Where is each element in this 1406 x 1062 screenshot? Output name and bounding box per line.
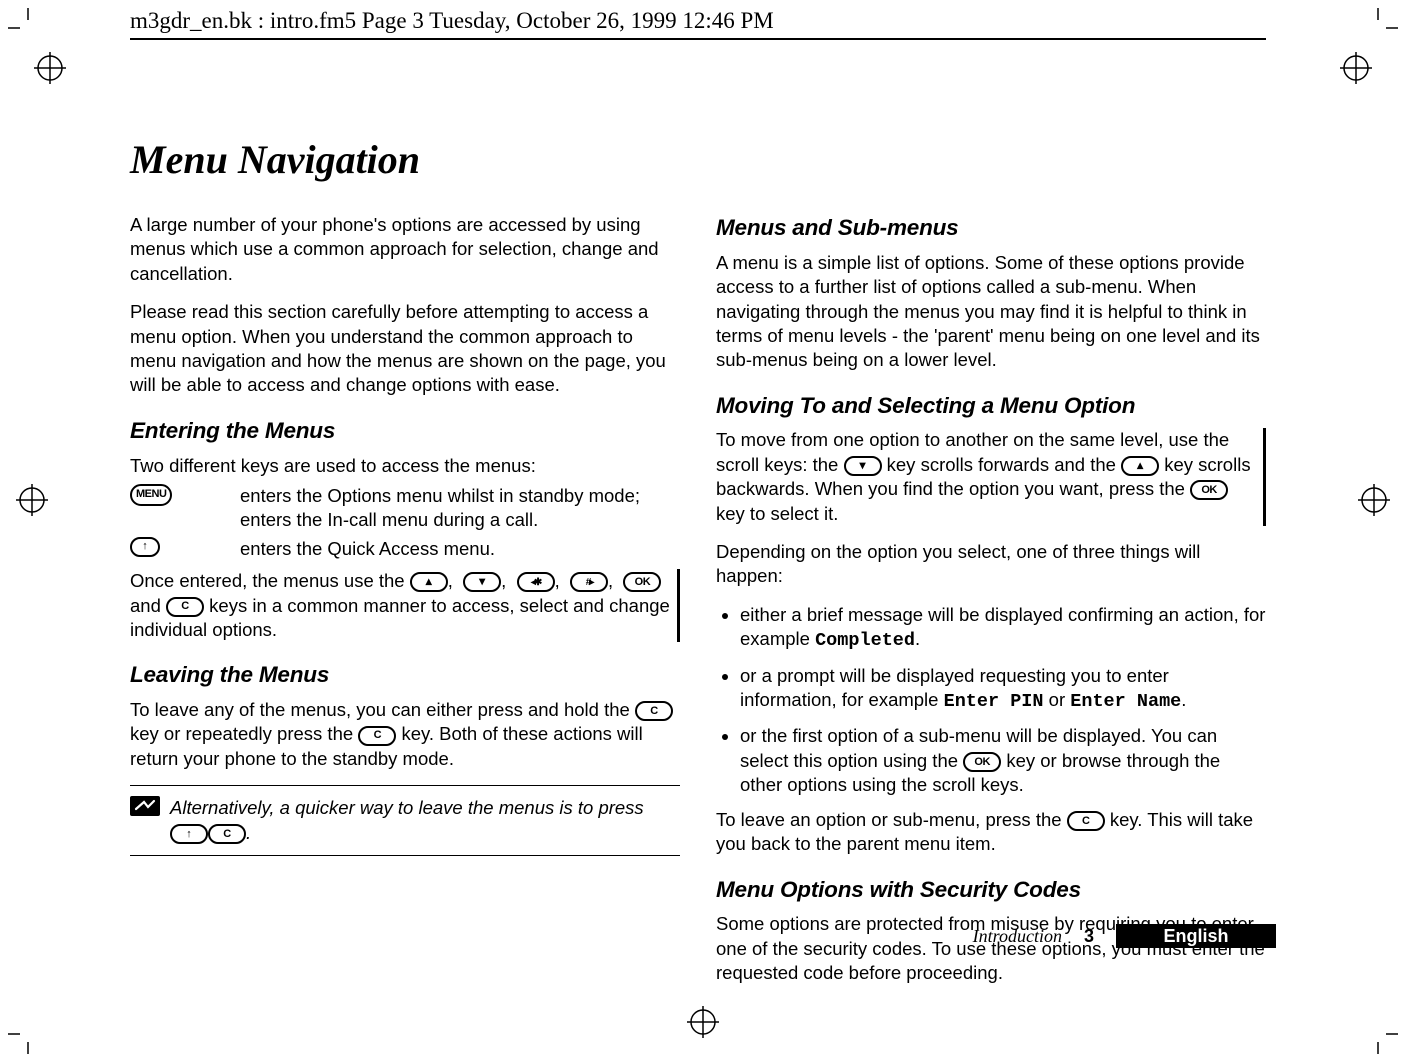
left-column: A large number of your phone's options a… — [130, 213, 680, 999]
ok-key-icon-3: OK — [963, 752, 1001, 772]
leaving-para: To leave any of the menus, you can eithe… — [130, 698, 680, 771]
ok-key-icon: OK — [623, 572, 661, 592]
scroll-up-key-icon — [410, 572, 448, 592]
footer-section-name: Introduction — [973, 926, 1062, 947]
outcome-2-code1: Enter PIN — [944, 691, 1044, 712]
regmark-bottom — [683, 1002, 723, 1042]
header-rule — [130, 38, 1266, 40]
leaving-mid: key or repeatedly press the — [130, 723, 358, 744]
up-arrow-key-icon-2: ↑ — [170, 824, 208, 844]
submenus-heading: Menus and Sub-menus — [716, 213, 1266, 243]
once-entered-post: keys in a common manner to access, selec… — [130, 595, 670, 640]
leave-option-para: To leave an option or sub-menu, press th… — [716, 808, 1266, 857]
scroll-down-key-icon — [463, 572, 501, 592]
moving-post: key to select it. — [716, 503, 838, 524]
c-key-icon: C — [166, 597, 204, 617]
menu-key-desc: enters the Options menu whilst in standb… — [240, 484, 680, 533]
entering-intro: Two different keys are used to access th… — [130, 454, 680, 478]
c-key-icon-2: C — [635, 701, 673, 721]
star-key-icon — [517, 572, 555, 592]
footer-language-badge: English — [1116, 924, 1276, 948]
note-icon — [130, 796, 160, 816]
cropmark-tl — [8, 8, 48, 48]
hash-key-icon — [570, 572, 608, 592]
security-heading: Menu Options with Security Codes — [716, 875, 1266, 905]
cropmark-tr — [1358, 8, 1398, 48]
leaving-pre: To leave any of the menus, you can eithe… — [130, 699, 635, 720]
cropmark-bl — [8, 1014, 48, 1054]
outcome-2-code2: Enter Name — [1070, 691, 1181, 712]
scroll-down-key-icon-2 — [844, 456, 882, 476]
footer-page-number: 3 — [1084, 926, 1094, 947]
outcome-3: or the first option of a sub-menu will b… — [740, 724, 1266, 797]
regmark-right — [1354, 480, 1394, 520]
up-arrow-key-icon: ↑ — [130, 537, 160, 557]
moving-mid1: key scrolls forwards and the — [887, 454, 1121, 475]
outcome-2: or a prompt will be displayed requesting… — [740, 664, 1266, 715]
ok-key-icon-2: OK — [1190, 480, 1228, 500]
regmark-tl — [30, 48, 70, 88]
scroll-up-key-icon-2 — [1121, 456, 1159, 476]
outcome-1-code: Completed — [815, 630, 915, 651]
cropmark-br — [1358, 1014, 1398, 1054]
outcome-1-post: . — [915, 628, 920, 649]
outcome-1: either a brief message will be displayed… — [740, 603, 1266, 654]
entering-heading: Entering the Menus — [130, 416, 680, 446]
menu-key-row: MENU enters the Options menu whilst in s… — [130, 484, 680, 533]
once-entered-mid: and — [130, 595, 166, 616]
note-text-post: . — [246, 822, 251, 843]
leaving-heading: Leaving the Menus — [130, 660, 680, 690]
intro-para-2: Please read this section carefully befor… — [130, 300, 680, 398]
outcome-2-or: or — [1044, 689, 1071, 710]
moving-heading: Moving To and Selecting a Menu Option — [716, 391, 1266, 421]
page-title: Menu Navigation — [130, 136, 1266, 183]
note-rule-top — [130, 785, 680, 786]
note-text-pre: Alternatively, a quicker way to leave th… — [170, 797, 644, 818]
c-key-icon-5: C — [1067, 811, 1105, 831]
c-key-icon-4: C — [208, 824, 246, 844]
menu-key-icon: MENU — [130, 484, 172, 506]
qa-key-row: ↑ enters the Quick Access menu. — [130, 537, 680, 561]
outcome-2-post: . — [1181, 689, 1186, 710]
right-column: Menus and Sub-menus A menu is a simple l… — [716, 213, 1266, 999]
submenus-para: A menu is a simple list of options. Some… — [716, 251, 1266, 373]
note-rule-bottom — [130, 855, 680, 856]
once-entered-pre: Once entered, the menus use the — [130, 570, 410, 591]
outcomes-list: either a brief message will be displayed… — [716, 603, 1266, 798]
once-entered-para: Once entered, the menus use the , , , , … — [130, 569, 680, 642]
moving-para: To move from one option to another on th… — [716, 428, 1266, 526]
note-block: Alternatively, a quicker way to leave th… — [130, 796, 680, 845]
c-key-icon-3: C — [358, 726, 396, 746]
depending-para: Depending on the option you select, one … — [716, 540, 1266, 589]
qa-key-desc: enters the Quick Access menu. — [240, 537, 680, 561]
regmark-tr — [1336, 48, 1376, 88]
regmark-left — [12, 480, 52, 520]
running-header: m3gdr_en.bk : intro.fm5 Page 3 Tuesday, … — [130, 8, 774, 34]
leave-pre: To leave an option or sub-menu, press th… — [716, 809, 1067, 830]
intro-para-1: A large number of your phone's options a… — [130, 213, 680, 286]
page-footer: Introduction 3 English — [973, 924, 1276, 948]
